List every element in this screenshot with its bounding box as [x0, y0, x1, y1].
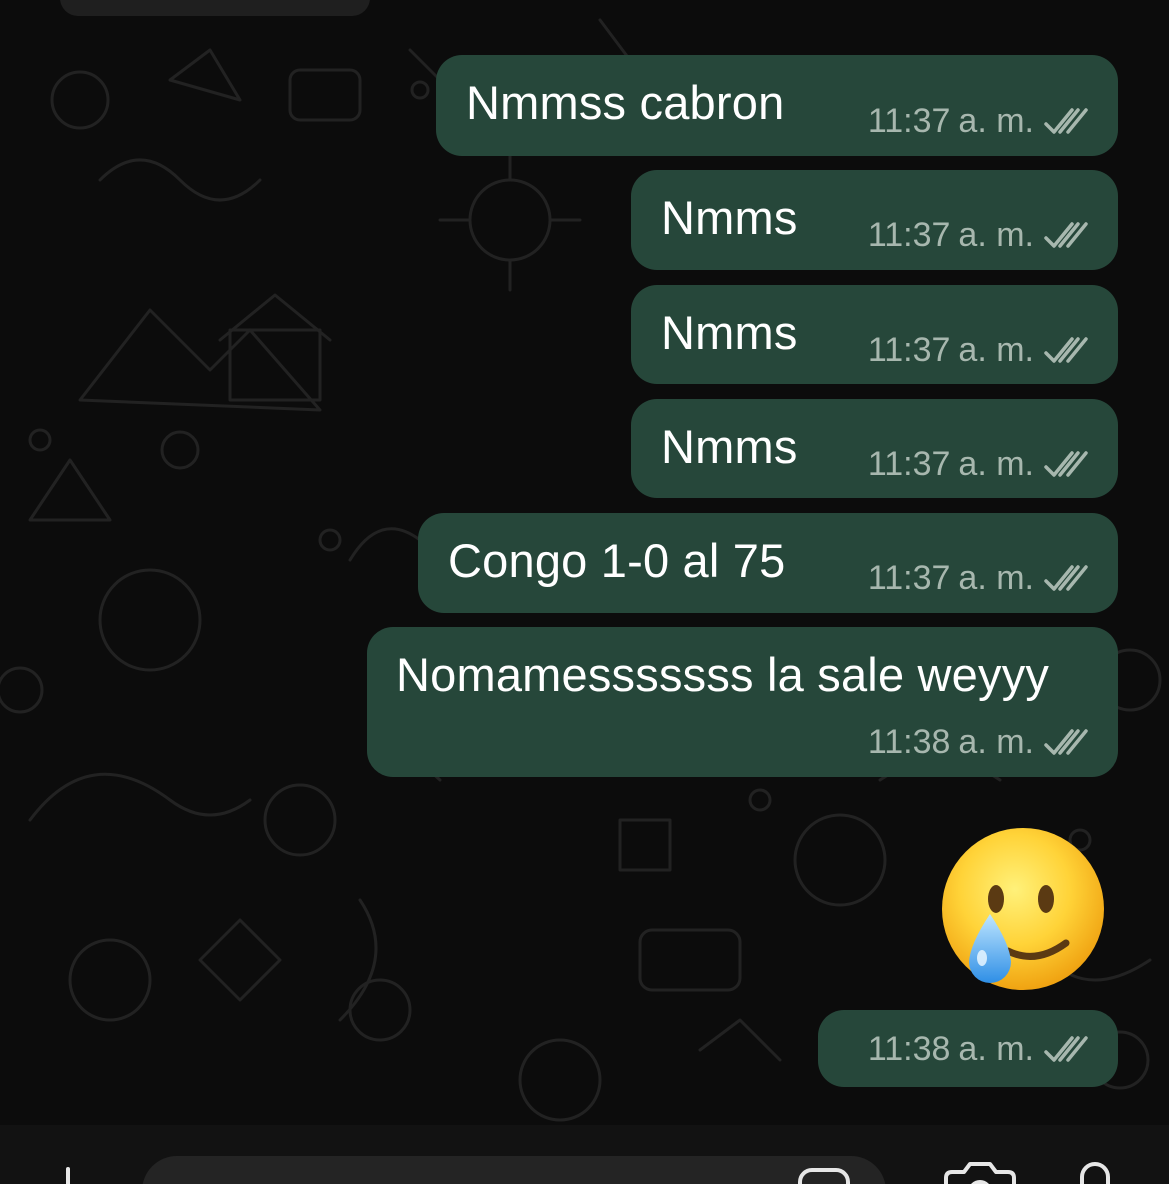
- message-ampm: a. m.: [958, 723, 1034, 761]
- message-time: 11:38: [867, 1030, 951, 1068]
- message-time: 11:37: [867, 559, 951, 597]
- camera-icon[interactable]: [942, 1162, 1018, 1184]
- read-receipt-icon: [1044, 563, 1090, 593]
- message-text: Nmms: [661, 306, 798, 359]
- read-receipt-icon: [1044, 727, 1090, 757]
- smiling-face-with-tear-icon[interactable]: [940, 826, 1106, 992]
- message-ampm: a. m.: [958, 102, 1034, 140]
- message-text: Nmms: [661, 420, 798, 473]
- microphone-icon[interactable]: [1080, 1162, 1110, 1184]
- message-time: 11:37: [867, 216, 951, 254]
- message-meta: 11:37 a. m.: [868, 330, 1090, 370]
- message-ampm: a. m.: [958, 1030, 1034, 1068]
- message-ampm: a. m.: [958, 559, 1034, 597]
- message-time: 11:37: [867, 102, 951, 140]
- message-ampm: a. m.: [958, 331, 1034, 369]
- message-ampm: a. m.: [958, 216, 1034, 254]
- previous-message-stub: [60, 0, 370, 16]
- read-receipt-icon: [1044, 335, 1090, 365]
- outgoing-message-meta-bubble[interactable]: 11:38 a. m.: [818, 1010, 1118, 1087]
- message-meta: 11:37 a. m.: [868, 558, 1090, 598]
- message-ampm: a. m.: [958, 445, 1034, 483]
- outgoing-message[interactable]: Nmms 11:37 a. m.: [631, 285, 1118, 384]
- message-meta: 11:37 a. m.: [868, 101, 1090, 141]
- outgoing-message[interactable]: Nmms 11:37 a. m.: [631, 399, 1118, 498]
- message-meta: 11:37 a. m.: [868, 215, 1090, 255]
- outgoing-message[interactable]: Nmms 11:37 a. m.: [631, 170, 1118, 270]
- read-receipt-icon: [1044, 449, 1090, 479]
- outgoing-message[interactable]: Congo 1-0 al 75 11:37 a. m.: [418, 513, 1118, 613]
- read-receipt-icon: [1044, 1034, 1090, 1064]
- outgoing-message[interactable]: Nomamesssssss la sale weyyy 11:38 a. m.: [367, 627, 1118, 777]
- message-text: Nmmss cabron: [466, 76, 785, 129]
- message-meta: 11:38 a. m.: [868, 722, 1090, 762]
- outgoing-message[interactable]: Nmmss cabron 11:37 a. m.: [436, 55, 1118, 156]
- read-receipt-icon: [1044, 106, 1090, 136]
- message-meta: 11:38 a. m.: [868, 1029, 1090, 1069]
- message-text: Nomamesssssss la sale weyyy: [396, 648, 1050, 701]
- sticker-icon[interactable]: [798, 1168, 850, 1184]
- message-time: 11:37: [867, 331, 951, 369]
- message-time: 11:38: [867, 723, 951, 761]
- message-text: Congo 1-0 al 75: [448, 534, 786, 587]
- message-time: 11:37: [867, 445, 951, 483]
- message-text: Nmms: [661, 191, 798, 244]
- plus-icon[interactable]: [66, 1167, 70, 1184]
- read-receipt-icon: [1044, 220, 1090, 250]
- message-input[interactable]: [142, 1156, 886, 1184]
- chat-screen: Nmmss cabron 11:37 a. m. Nmms 11:37 a. m…: [0, 0, 1169, 1184]
- message-meta: 11:37 a. m.: [868, 444, 1090, 484]
